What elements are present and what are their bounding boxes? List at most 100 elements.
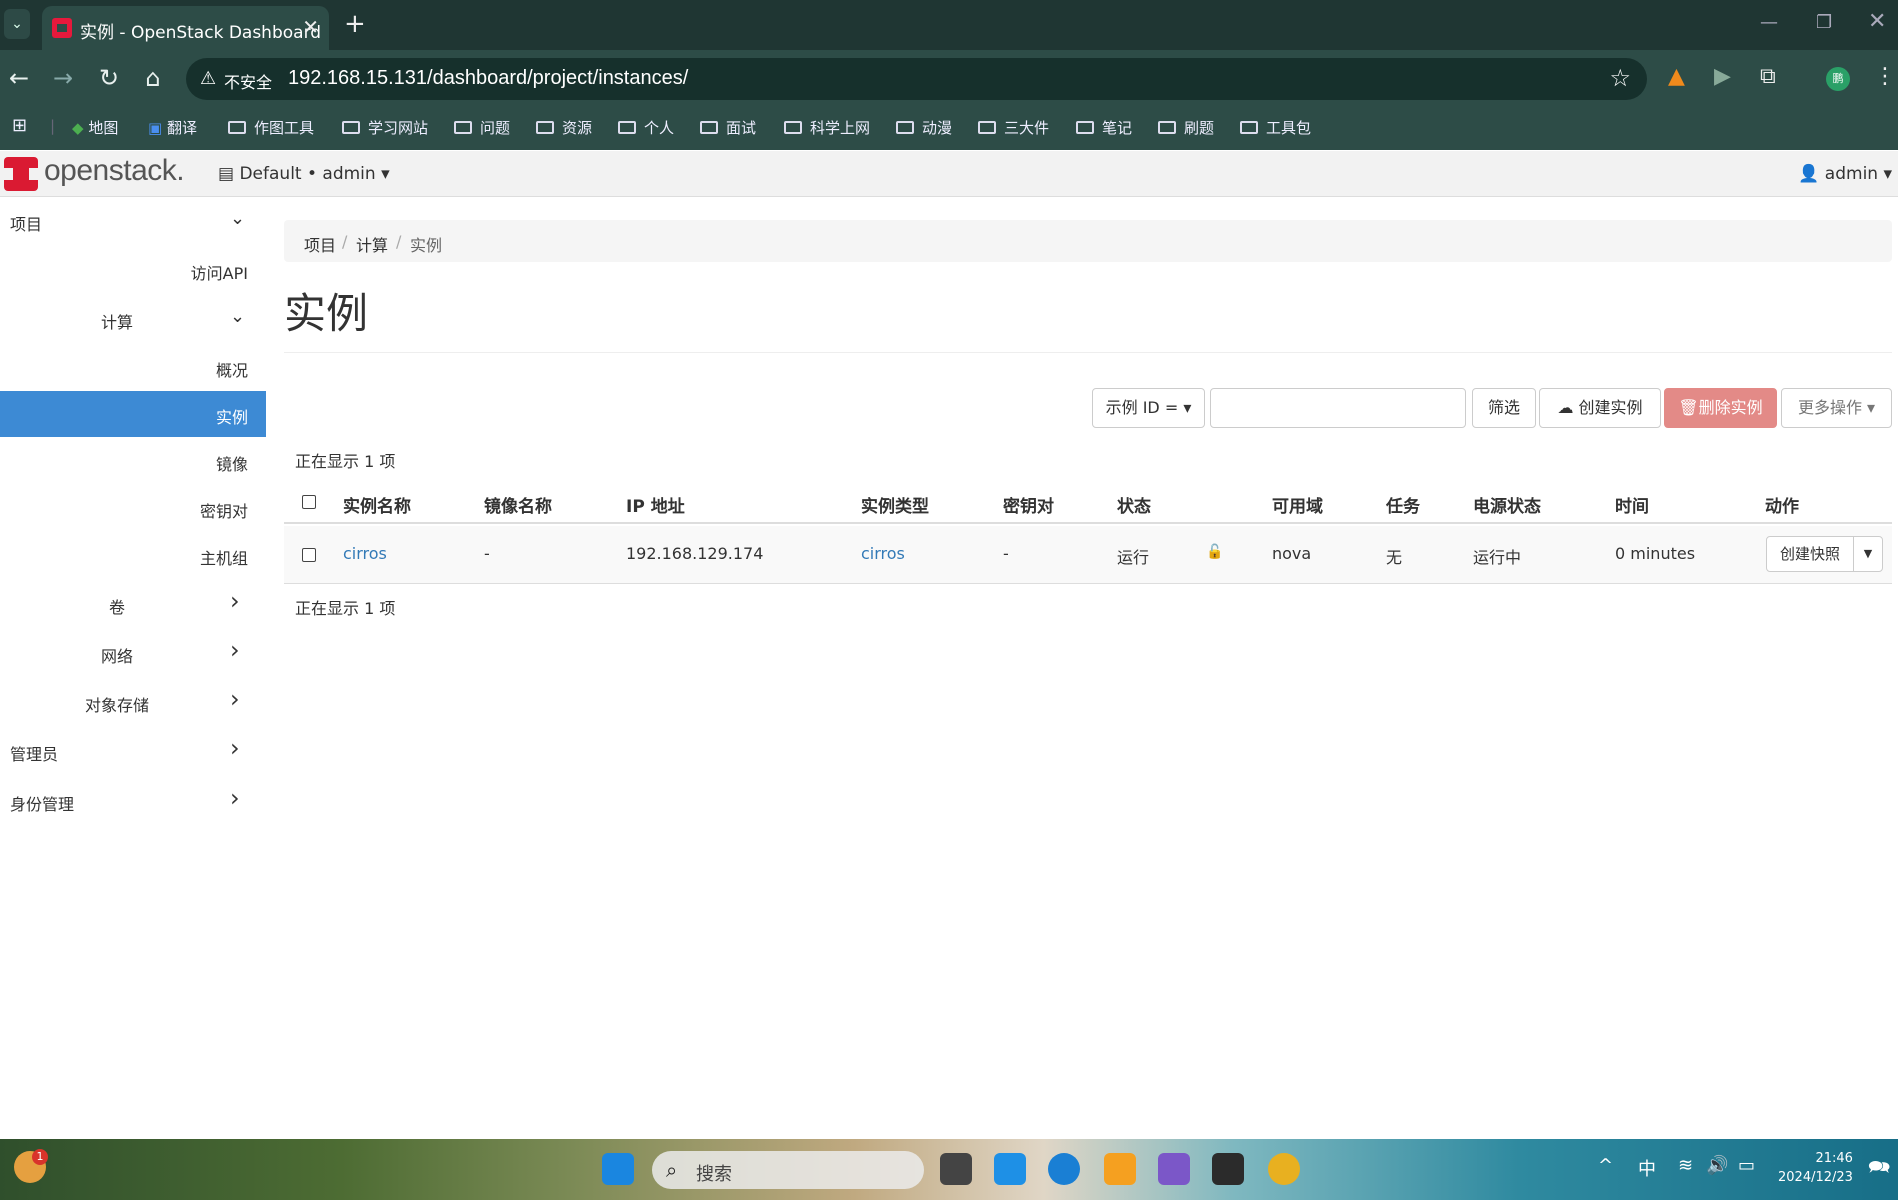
sidebar-item-object-store[interactable]: 对象存储 ›: [0, 679, 266, 725]
url-text[interactable]: 192.168.15.131/dashboard/project/instanc…: [288, 67, 688, 90]
terminal-icon[interactable]: [1212, 1153, 1244, 1185]
unlock-icon[interactable]: 🔓: [1206, 544, 1223, 560]
bookmark-folder[interactable]: 笔记: [1076, 117, 1132, 138]
windows-start-icon[interactable]: [602, 1153, 634, 1185]
column-header[interactable]: 实例名称: [343, 492, 411, 517]
row-actions-dropdown-icon[interactable]: ▼: [1853, 536, 1883, 572]
select-all-checkbox[interactable]: [302, 495, 316, 509]
sidebar-item-admin[interactable]: 管理员 ›: [0, 728, 266, 774]
folder-icon: [1240, 121, 1258, 134]
openstack-logo-icon[interactable]: [4, 157, 38, 191]
taskbar-search-input[interactable]: ⌕ 搜索: [652, 1151, 924, 1189]
column-header[interactable]: 任务: [1386, 492, 1420, 517]
column-header[interactable]: 密钥对: [1003, 492, 1054, 517]
filter-field-select[interactable]: 示例 ID = ▾: [1092, 388, 1205, 428]
new-tab-plus-icon[interactable]: +: [344, 9, 366, 39]
system-clock[interactable]: 21:46 2024/12/23: [1778, 1149, 1853, 1187]
sidebar-item-server-groups[interactable]: 主机组: [0, 532, 266, 578]
search-icon: ⌕: [666, 1158, 678, 1182]
column-header[interactable]: 时间: [1615, 492, 1649, 517]
sidebar-item-volumes[interactable]: 卷 ›: [0, 581, 266, 627]
tab-search-chevron-icon[interactable]: ⌄: [4, 9, 30, 39]
sidebar-item-compute[interactable]: 计算 ⌄: [0, 296, 266, 342]
forward-arrow-icon[interactable]: →: [48, 64, 78, 92]
breadcrumb-item-project[interactable]: 项目: [304, 232, 336, 256]
create-instance-button[interactable]: ☁ 创建实例: [1539, 388, 1661, 428]
sidebar-item-images[interactable]: 镜像: [0, 438, 266, 484]
home-icon[interactable]: ⌂: [138, 64, 168, 92]
sidebar-item-api-access[interactable]: 访问API: [0, 247, 266, 293]
column-header[interactable]: 实例类型: [861, 492, 929, 517]
browser-menu-icon[interactable]: ⋮: [1874, 64, 1896, 89]
bookmark-item[interactable]: ▣ 翻译: [148, 117, 197, 138]
edge-browser-icon[interactable]: [1048, 1153, 1080, 1185]
address-bar[interactable]: ⚠ 不安全 192.168.15.131/dashboard/project/i…: [186, 58, 1647, 100]
bookmark-folder[interactable]: 作图工具: [228, 117, 314, 138]
notifications-icon[interactable]: 🗪: [1868, 1155, 1890, 1185]
bookmark-folder[interactable]: 资源: [536, 117, 592, 138]
bookmark-folder[interactable]: 学习网站: [342, 117, 428, 138]
reload-icon[interactable]: ↻: [94, 64, 124, 92]
filter-input[interactable]: [1210, 388, 1466, 428]
column-header[interactable]: 电源状态: [1473, 492, 1541, 517]
browser-tab-active[interactable]: 实例 - OpenStack Dashboard ✕: [42, 6, 329, 50]
column-header: 动作: [1765, 497, 1799, 517]
window-close-icon[interactable]: ✕: [1868, 9, 1886, 34]
apps-grid-icon[interactable]: ⊞: [12, 115, 27, 136]
insecure-label[interactable]: 不安全: [224, 69, 272, 93]
chrome-icon[interactable]: [1268, 1153, 1300, 1185]
filter-button[interactable]: 筛选: [1472, 388, 1536, 428]
bookmark-folder[interactable]: 动漫: [896, 117, 952, 138]
create-snapshot-button[interactable]: 创建快照: [1766, 536, 1854, 572]
ime-indicator[interactable]: 中: [1638, 1155, 1656, 1181]
back-arrow-icon[interactable]: ←: [4, 64, 34, 92]
column-header[interactable]: 镜像名称: [484, 492, 552, 517]
openstack-logo-text[interactable]: openstack.: [44, 154, 185, 188]
project-icon: ▤: [218, 164, 235, 184]
instance-name-link[interactable]: cirros: [343, 544, 387, 563]
app-icon[interactable]: [994, 1153, 1026, 1185]
tab-close-icon[interactable]: ✕: [302, 15, 319, 39]
bookmark-folder[interactable]: 三大件: [978, 117, 1049, 138]
column-header[interactable]: 状态: [1117, 492, 1151, 517]
item-count-bottom: 正在显示 1 项: [295, 599, 396, 618]
bookmark-folder[interactable]: 刷题: [1158, 117, 1214, 138]
sidebar-item-project[interactable]: 项目 ⌄: [0, 198, 266, 244]
bookmark-folder[interactable]: 个人: [618, 117, 674, 138]
column-header[interactable]: IP 地址: [626, 492, 685, 517]
task-view-icon[interactable]: [940, 1153, 972, 1185]
tray-expand-icon[interactable]: ^: [1598, 1155, 1613, 1176]
bookmark-folder[interactable]: 面试: [700, 117, 756, 138]
volume-icon[interactable]: 🔊: [1706, 1155, 1728, 1176]
breadcrumb: 项目 / 计算 / 实例: [284, 220, 1892, 262]
user-menu[interactable]: 👤 admin ▾: [1798, 164, 1892, 184]
sidebar-item-network[interactable]: 网络 ›: [0, 630, 266, 676]
sidebar-item-identity[interactable]: 身份管理 ›: [0, 778, 266, 824]
bookmark-folder[interactable]: 问题: [454, 117, 510, 138]
sidebar-item-instances[interactable]: 实例: [0, 391, 266, 437]
battery-icon[interactable]: ▭: [1738, 1155, 1755, 1176]
profile-avatar[interactable]: 鹏: [1826, 67, 1850, 91]
extensions-puzzle-icon[interactable]: ⧉: [1760, 64, 1776, 89]
bookmark-folder[interactable]: 科学上网: [784, 117, 870, 138]
vlc-extension-icon[interactable]: ▲: [1668, 64, 1685, 89]
minimize-icon[interactable]: —: [1760, 12, 1778, 33]
warning-triangle-icon[interactable]: ⚠: [200, 68, 216, 89]
play-extension-icon[interactable]: ▶: [1714, 64, 1731, 89]
flavor-link[interactable]: cirros: [861, 544, 905, 563]
column-header[interactable]: 可用域: [1272, 492, 1323, 517]
delete-instances-button[interactable]: 🗑删除实例: [1664, 388, 1777, 428]
sidebar-item-key-pairs[interactable]: 密钥对: [0, 485, 266, 531]
sidebar-item-overview[interactable]: 概况: [0, 344, 266, 390]
bookmark-star-icon[interactable]: ☆: [1609, 64, 1631, 92]
breadcrumb-item-compute[interactable]: 计算: [356, 232, 388, 256]
project-selector[interactable]: ▤ Default • admin ▾: [218, 164, 390, 184]
bookmark-folder[interactable]: 工具包: [1240, 117, 1311, 138]
obsidian-icon[interactable]: [1158, 1153, 1190, 1185]
maximize-icon[interactable]: ❐: [1816, 12, 1832, 33]
wifi-icon[interactable]: ≋: [1678, 1155, 1693, 1176]
bookmark-item[interactable]: ◆ 地图: [72, 117, 118, 138]
more-actions-button[interactable]: 更多操作 ▾: [1781, 388, 1892, 428]
row-checkbox[interactable]: [302, 548, 316, 562]
vmware-icon[interactable]: [1104, 1153, 1136, 1185]
